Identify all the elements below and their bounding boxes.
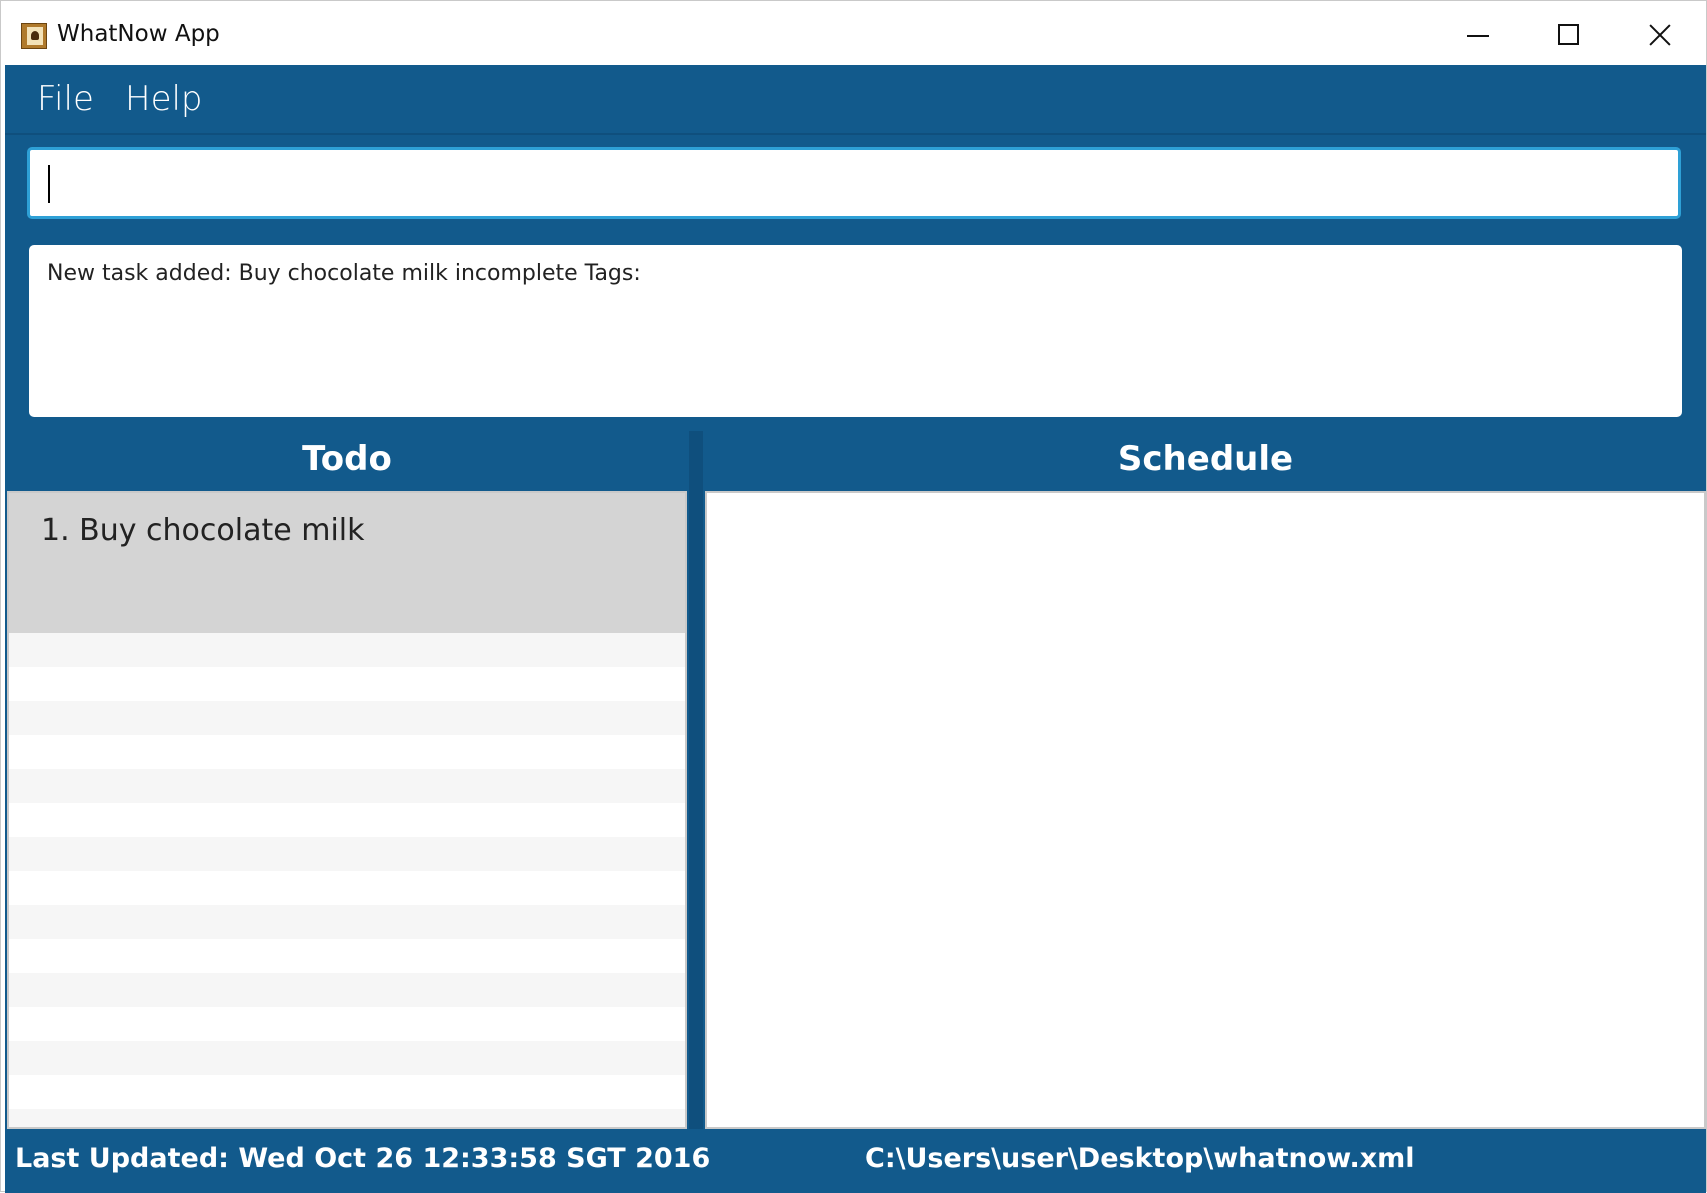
empty-row: [9, 837, 685, 871]
app-body: File Help New task added: Buy chocolate …: [5, 65, 1706, 1193]
empty-row: [9, 803, 685, 837]
empty-row: [9, 973, 685, 1007]
window-title: WhatNow App: [57, 21, 220, 47]
menu-file[interactable]: File: [37, 79, 94, 119]
menu-bar: File Help: [5, 65, 1706, 135]
empty-row: [9, 1109, 685, 1127]
todo-header: Todo: [7, 427, 687, 491]
address-book-icon: [21, 23, 47, 49]
result-text: New task added: Buy chocolate milk incom…: [47, 261, 641, 286]
empty-row: [9, 939, 685, 973]
file-path-status: C:\Users\user\Desktop\whatnow.xml: [865, 1143, 1415, 1174]
status-bar: Last Updated: Wed Oct 26 12:33:58 SGT 20…: [5, 1131, 1706, 1193]
empty-row: [9, 905, 685, 939]
empty-row: [9, 633, 685, 667]
panel-divider[interactable]: [689, 431, 703, 1129]
empty-row: [9, 769, 685, 803]
command-input[interactable]: [30, 150, 1678, 216]
empty-row: [9, 1007, 685, 1041]
empty-row: [9, 667, 685, 701]
text-caret: [48, 165, 50, 203]
empty-row: [9, 871, 685, 905]
list-item[interactable]: 1. Buy chocolate milk: [9, 493, 685, 633]
todo-item-text: 1. Buy chocolate milk: [41, 513, 365, 548]
minimize-button[interactable]: [1448, 11, 1508, 59]
empty-row: [9, 701, 685, 735]
schedule-header: Schedule: [705, 427, 1706, 491]
app-window: WhatNow App File Help New task added: Bu…: [0, 0, 1707, 1193]
maximize-button[interactable]: [1538, 11, 1598, 59]
command-box[interactable]: [27, 147, 1681, 219]
title-bar: WhatNow App: [1, 1, 1706, 69]
close-button[interactable]: [1630, 11, 1690, 59]
result-display: New task added: Buy chocolate milk incom…: [29, 245, 1682, 417]
empty-row: [9, 1075, 685, 1109]
last-updated-status: Last Updated: Wed Oct 26 12:33:58 SGT 20…: [15, 1143, 711, 1174]
empty-row: [9, 735, 685, 769]
menu-help[interactable]: Help: [125, 79, 203, 119]
empty-row: [9, 1041, 685, 1075]
todo-list[interactable]: 1. Buy chocolate milk: [7, 491, 687, 1129]
schedule-list[interactable]: [705, 491, 1706, 1129]
